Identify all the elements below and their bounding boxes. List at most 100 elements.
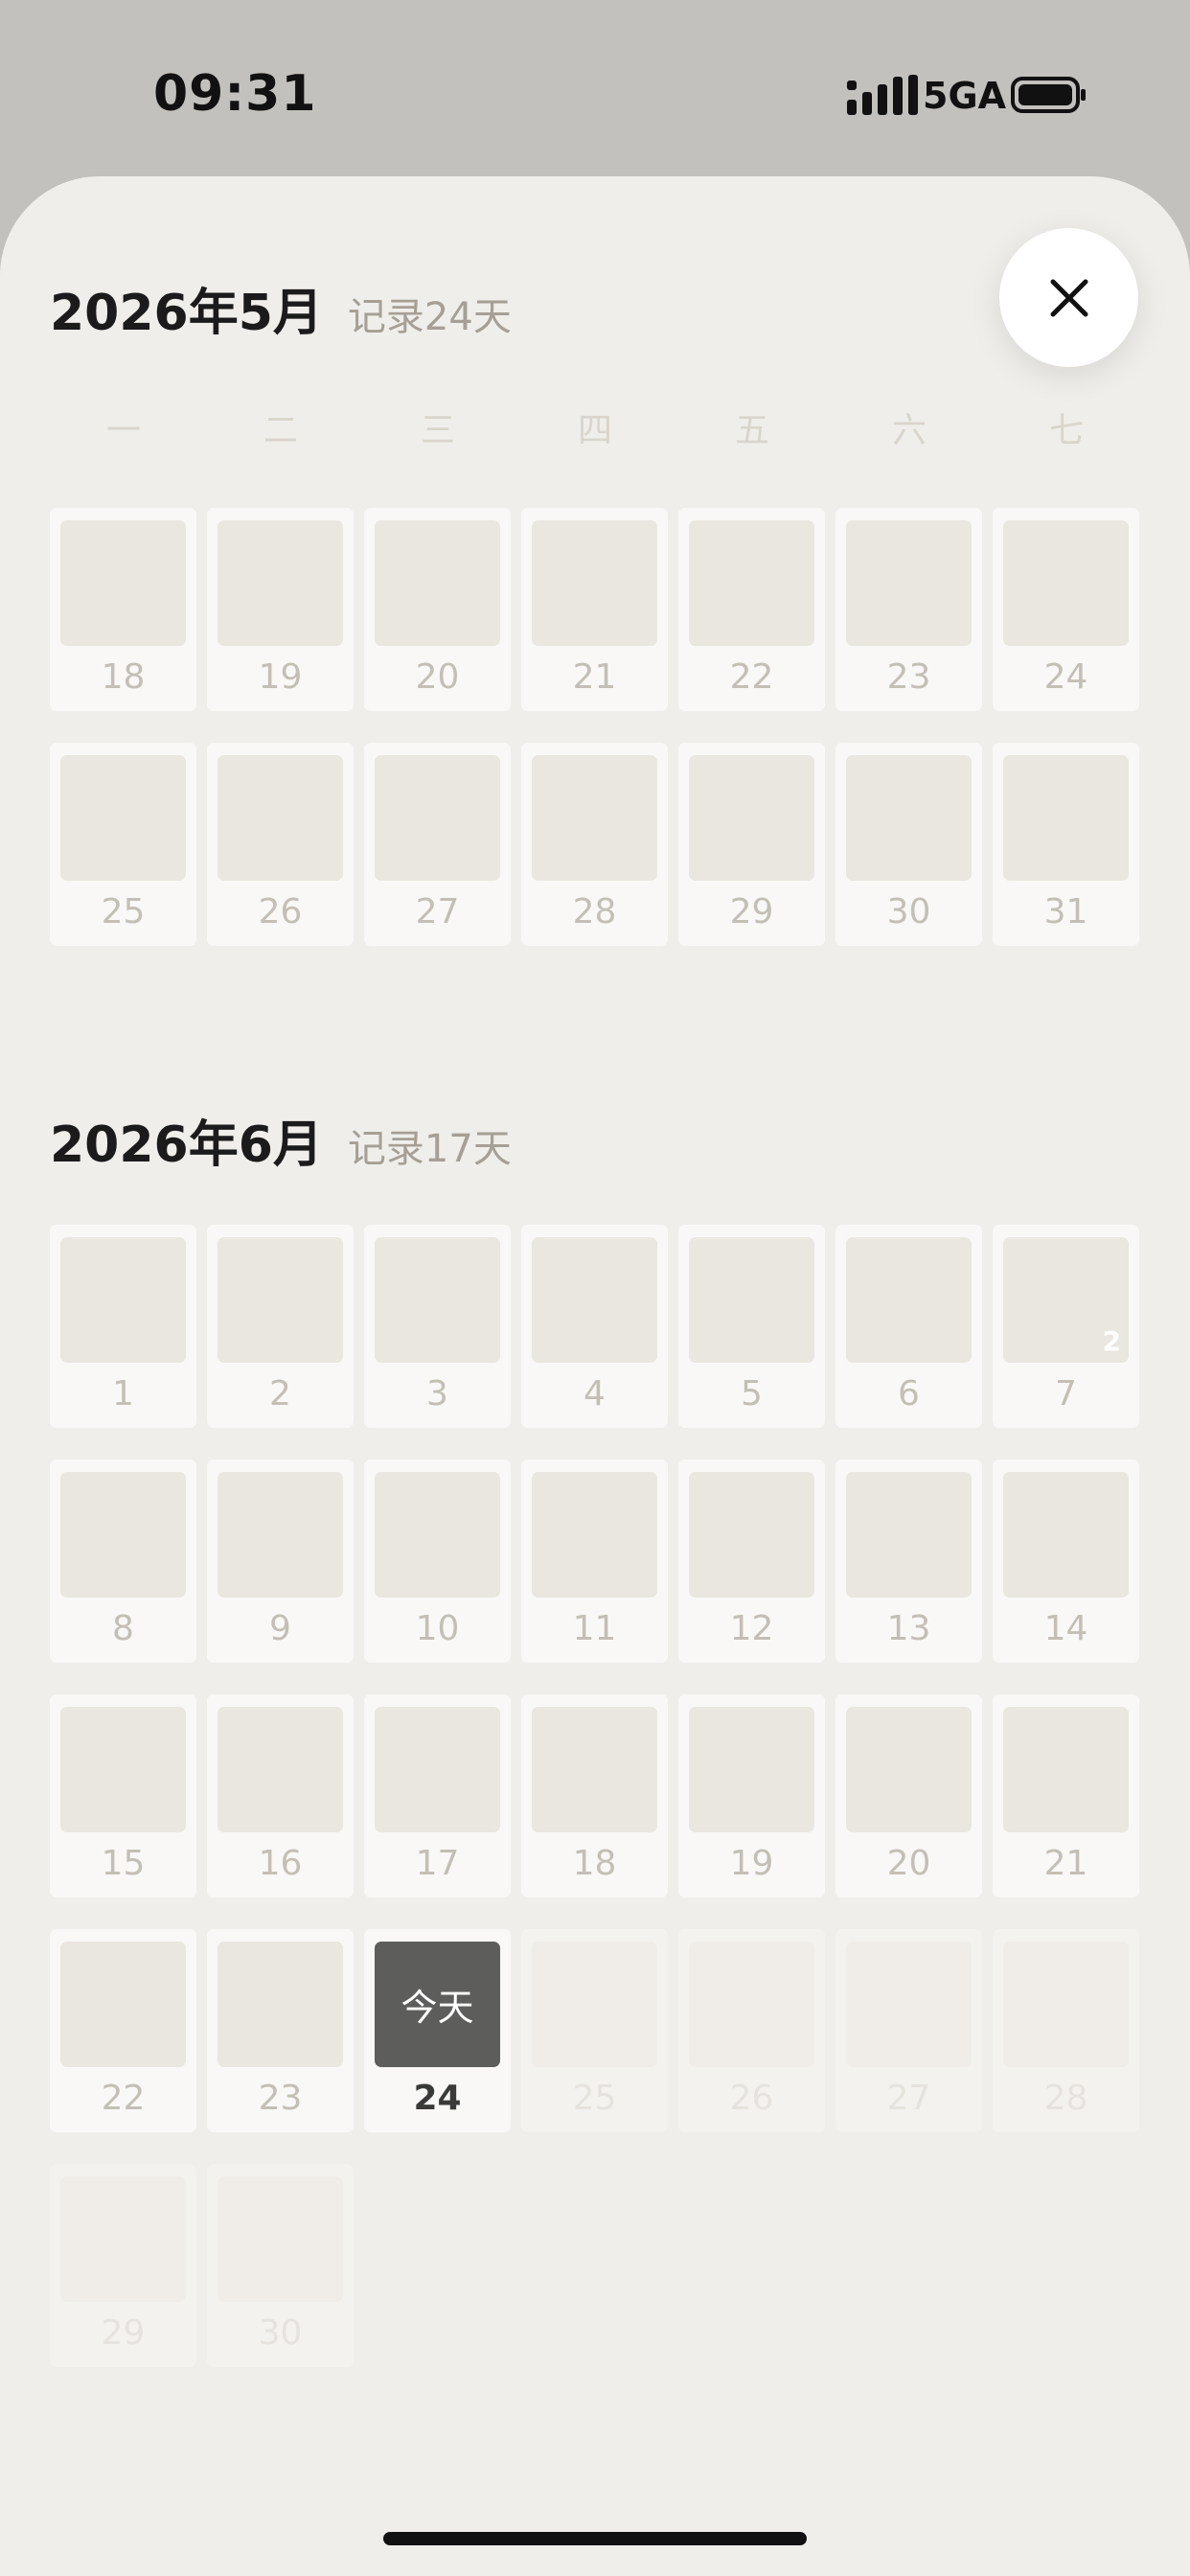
future-day-cell: 30 <box>207 2164 354 2367</box>
photo-count-badge: 2 <box>1102 1325 1121 1357</box>
future-day-cell: 27 <box>835 1929 982 2132</box>
day-number: 23 <box>258 2079 303 2118</box>
weekday-label: 四 <box>577 411 612 450</box>
empty-day-placeholder <box>60 1942 186 2067</box>
day-cell[interactable]: 23 <box>207 1929 354 2132</box>
weekday-label: 六 <box>891 411 927 450</box>
day-number: 15 <box>101 1844 146 1883</box>
weekday-label: 三 <box>420 411 455 450</box>
day-number: 27 <box>886 2079 931 2118</box>
day-number: 30 <box>886 892 931 932</box>
day-number: 22 <box>729 657 774 697</box>
record-count: 记录24天 <box>347 295 512 339</box>
day-cell[interactable]: 22 <box>678 508 825 711</box>
day-cell[interactable]: 21 <box>521 508 668 711</box>
day-photo <box>375 1472 500 1598</box>
day-number: 1 <box>112 1374 134 1414</box>
day-number: 17 <box>415 1844 460 1883</box>
close-button[interactable] <box>999 228 1138 367</box>
day-photo <box>846 755 972 881</box>
today-label: 今天 <box>400 1987 474 2029</box>
future-day-cell: 28 <box>993 1929 1139 2132</box>
day-cell[interactable]: 20 <box>835 1694 982 1898</box>
day-number: 24 <box>413 2079 462 2118</box>
day-cell[interactable]: 27 <box>993 1225 1139 1428</box>
future-day-cell: 25 <box>521 1929 668 2132</box>
today-cell[interactable]: 今天 24 <box>364 1929 511 2132</box>
day-cell[interactable]: 8 <box>50 1460 196 1663</box>
day-cell[interactable]: 10 <box>364 1460 511 1663</box>
day-number: 3 <box>426 1374 448 1414</box>
day-photo <box>1003 1472 1129 1598</box>
day-cell[interactable]: 4 <box>521 1225 668 1428</box>
empty-day-placeholder <box>217 520 343 646</box>
home-indicator <box>383 2532 807 2545</box>
day-cell[interactable]: 20 <box>364 508 511 711</box>
day-cell[interactable]: 31 <box>993 743 1139 946</box>
network-type: 5GA <box>923 75 1007 117</box>
day-number: 27 <box>415 892 460 932</box>
day-cell[interactable]: 19 <box>678 1694 825 1898</box>
day-photo <box>689 1472 814 1598</box>
day-photo: 2 <box>1003 1237 1129 1363</box>
empty-day-placeholder <box>60 1237 186 1363</box>
day-cell[interactable]: 28 <box>521 743 668 946</box>
day-photo <box>60 1472 186 1598</box>
day-cell[interactable]: 25 <box>50 743 196 946</box>
day-cell[interactable]: 22 <box>50 1929 196 2132</box>
future-day-cell: 29 <box>50 2164 196 2367</box>
day-photo <box>60 755 186 881</box>
day-cell[interactable]: 2 <box>207 1225 354 1428</box>
weekday-label: 二 <box>263 411 298 450</box>
day-cell[interactable]: 24 <box>993 508 1139 711</box>
day-photo <box>532 1707 657 1832</box>
day-cell[interactable]: 18 <box>521 1694 668 1898</box>
day-number: 30 <box>258 2313 303 2353</box>
empty-day-placeholder <box>846 1942 972 2067</box>
day-number: 25 <box>572 2079 617 2118</box>
day-cell[interactable]: 6 <box>835 1225 982 1428</box>
day-cell[interactable]: 14 <box>993 1460 1139 1663</box>
day-number: 18 <box>101 657 146 697</box>
day-cell[interactable]: 12 <box>678 1460 825 1663</box>
day-photo <box>689 520 814 646</box>
day-cell[interactable]: 18 <box>50 508 196 711</box>
day-cell[interactable]: 29 <box>678 743 825 946</box>
day-cell[interactable]: 1 <box>50 1225 196 1428</box>
day-photo <box>375 1237 500 1363</box>
day-cell[interactable]: 5 <box>678 1225 825 1428</box>
weekday-label: 五 <box>734 411 769 450</box>
day-cell[interactable]: 9 <box>207 1460 354 1663</box>
cellular-signal-icon <box>847 75 918 115</box>
day-number: 2 <box>269 1374 291 1414</box>
day-number: 24 <box>1043 657 1088 697</box>
day-number: 22 <box>101 2079 146 2118</box>
day-cell[interactable]: 15 <box>50 1694 196 1898</box>
empty-day-placeholder <box>532 1237 657 1363</box>
day-photo <box>532 520 657 646</box>
month-title: 2026年5月 <box>50 285 323 342</box>
day-number: 6 <box>898 1374 920 1414</box>
day-cell[interactable]: 13 <box>835 1460 982 1663</box>
day-photo <box>375 520 500 646</box>
day-number: 16 <box>258 1844 303 1883</box>
day-cell[interactable]: 21 <box>993 1694 1139 1898</box>
month-header-may: 2026年5月 记录24天 <box>50 272 512 344</box>
day-cell[interactable]: 17 <box>364 1694 511 1898</box>
month-title: 2026年6月 <box>50 1116 323 1174</box>
day-cell[interactable]: 27 <box>364 743 511 946</box>
day-number: 9 <box>269 1609 291 1648</box>
future-day-cell: 26 <box>678 1929 825 2132</box>
day-photo <box>375 755 500 881</box>
day-cell[interactable]: 19 <box>207 508 354 711</box>
close-icon <box>1050 279 1087 316</box>
day-cell[interactable]: 30 <box>835 743 982 946</box>
day-cell[interactable]: 23 <box>835 508 982 711</box>
day-number: 14 <box>1043 1609 1088 1648</box>
day-cell[interactable]: 16 <box>207 1694 354 1898</box>
day-cell[interactable]: 11 <box>521 1460 668 1663</box>
day-cell[interactable]: 3 <box>364 1225 511 1428</box>
day-cell[interactable]: 26 <box>207 743 354 946</box>
day-number: 13 <box>886 1609 931 1648</box>
day-photo <box>60 520 186 646</box>
